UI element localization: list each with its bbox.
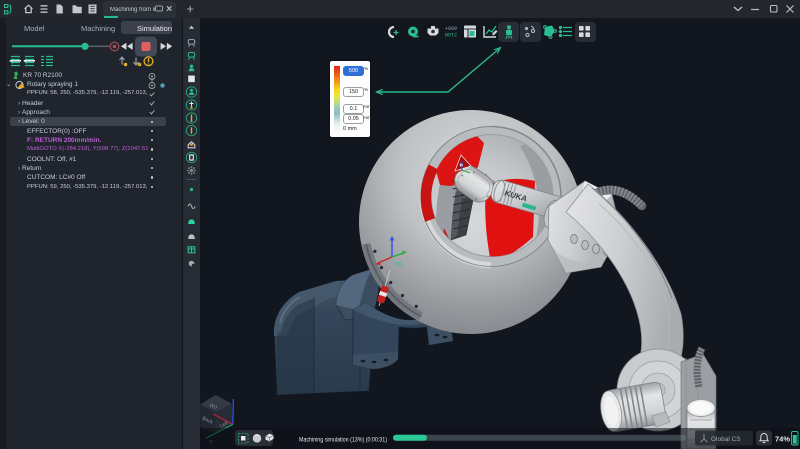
svg-text:74%: 74% [775, 435, 790, 444]
svg-text:NS: NS [395, 262, 403, 268]
svg-text:Machining simulation (13%) (0:: Machining simulation (13%) (0:00:31) [299, 437, 387, 444]
svg-text:Global CS: Global CS [711, 436, 741, 443]
svg-text:NOT2: NOT2 [445, 33, 457, 39]
svg-text:+000: +000 [445, 26, 457, 32]
